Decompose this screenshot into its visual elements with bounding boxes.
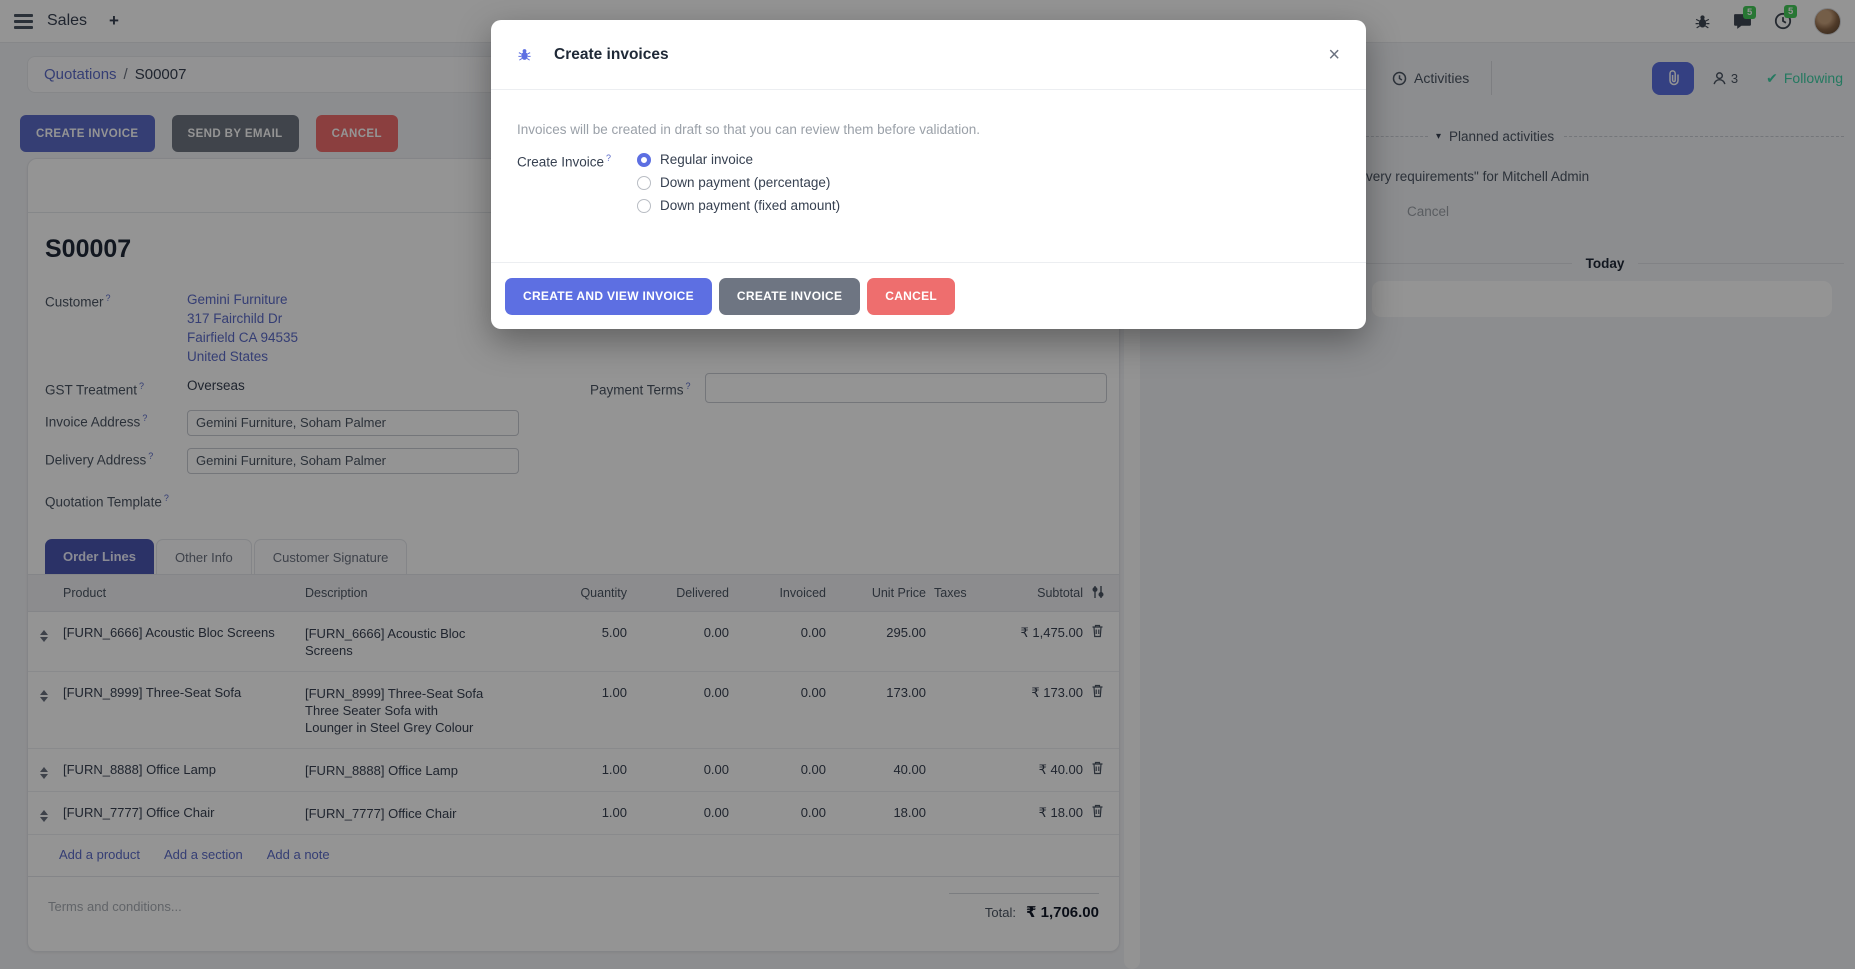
radio-down-payment-percentage[interactable]: Down payment (percentage) <box>637 175 840 190</box>
radio-selected-icon <box>637 153 651 167</box>
cancel-dialog-button[interactable]: CANCEL <box>867 278 955 315</box>
radio-regular-invoice[interactable]: Regular invoice <box>637 152 840 167</box>
close-icon[interactable]: × <box>1328 45 1340 65</box>
dialog-title: Create invoices <box>554 46 669 64</box>
create-invoice-label: Create Invoice? <box>517 152 637 213</box>
radio-unselected-icon <box>637 199 651 213</box>
create-invoice-confirm-button[interactable]: CREATE INVOICE <box>719 278 860 315</box>
create-and-view-invoice-button[interactable]: CREATE AND VIEW INVOICE <box>505 278 712 315</box>
debug-bug-icon <box>517 47 532 62</box>
help-icon: ? <box>606 153 611 163</box>
dialog-intro-text: Invoices will be created in draft so tha… <box>517 122 1340 137</box>
invoice-type-options: Regular invoice Down payment (percentage… <box>637 152 840 213</box>
dialog-body: Invoices will be created in draft so tha… <box>491 90 1366 213</box>
dialog-header: Create invoices × <box>491 20 1366 90</box>
create-invoices-dialog: Create invoices × Invoices will be creat… <box>491 20 1366 329</box>
dialog-footer: CREATE AND VIEW INVOICE CREATE INVOICE C… <box>491 262 1366 329</box>
radio-down-payment-fixed[interactable]: Down payment (fixed amount) <box>637 198 840 213</box>
radio-unselected-icon <box>637 176 651 190</box>
